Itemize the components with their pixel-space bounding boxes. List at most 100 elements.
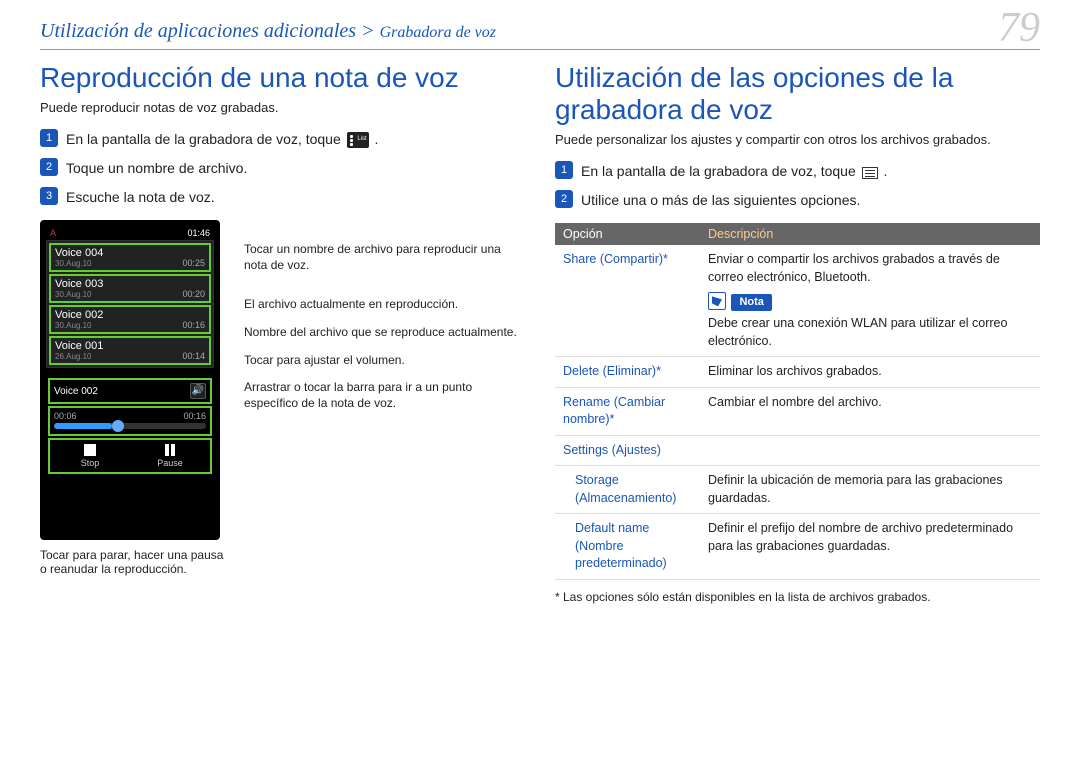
r-step-2-text: Utilice una o más de las siguientes opci… xyxy=(581,190,860,211)
pause-button[interactable]: Pause xyxy=(130,440,210,472)
breadcrumb-main: Utilización de aplicaciones adicionales xyxy=(40,20,356,42)
note-icon xyxy=(708,292,726,310)
step-1: 1 En la pantalla de la grabadora de voz,… xyxy=(40,129,525,150)
r-step-2: 2 Utilice una o más de las siguientes op… xyxy=(555,190,1040,211)
step-1-pre: En la pantalla de la grabadora de voz, t… xyxy=(66,131,345,147)
step-3: 3 Escuche la nota de voz. xyxy=(40,187,525,208)
file-name: Voice 001 xyxy=(55,340,103,352)
file-dur: 00:20 xyxy=(182,289,205,299)
step-3-text: Escuche la nota de voz. xyxy=(66,187,215,208)
breadcrumb-sub: Grabadora de voz xyxy=(380,24,496,41)
stop-button[interactable]: Stop xyxy=(50,440,130,472)
opt-storage: Storage (Almacenamiento) xyxy=(555,466,700,514)
stop-label: Stop xyxy=(81,458,100,468)
now-playing-row: Voice 002 🔊 xyxy=(48,378,212,404)
step-number-2: 2 xyxy=(555,190,573,208)
desc-delete: Eliminar los archivos grabados. xyxy=(700,357,1040,388)
callout-below: Tocar para parar, hacer una pausa o rean… xyxy=(40,548,230,576)
file-dur: 00:25 xyxy=(182,258,205,268)
right-column: Utilización de las opciones de la grabad… xyxy=(555,62,1040,604)
file-name: Voice 003 xyxy=(55,278,103,290)
opt-default-name-text: Default name (Nombre predeterminado) xyxy=(563,520,692,573)
th-description: Descripción xyxy=(700,223,1040,245)
menu-icon xyxy=(862,167,878,179)
desc-default-name: Definir el prefijo del nombre de archivo… xyxy=(700,514,1040,580)
th-option: Opción xyxy=(555,223,700,245)
columns: Reproducción de una nota de voz Puede re… xyxy=(40,62,1040,604)
progress-handle[interactable] xyxy=(112,420,124,432)
left-steps: 1 En la pantalla de la grabadora de voz,… xyxy=(40,129,525,208)
opt-rename: Rename (Cambiar nombre)* xyxy=(555,387,700,435)
left-lead: Puede reproducir notas de voz grabadas. xyxy=(40,100,525,115)
page-header: Utilización de aplicaciones adicionales … xyxy=(40,20,1040,50)
page: Utilización de aplicaciones adicionales … xyxy=(0,0,1080,624)
file-date: 30.Aug.10 xyxy=(55,290,103,299)
progress-bar[interactable] xyxy=(54,423,206,429)
file-row[interactable]: Voice 00330.Aug.10 00:20 xyxy=(49,274,211,303)
step-1-suffix: . xyxy=(375,131,379,147)
nota-row: Nota Debe crear una conexión WLAN para u… xyxy=(708,292,1032,350)
device-wrap: A 01:46 Voice 00430.Aug.10 00:25 Voice 0… xyxy=(40,220,230,576)
file-list: Voice 00430.Aug.10 00:25 Voice 00330.Aug… xyxy=(46,240,214,368)
progress-times: 00:06 00:16 xyxy=(54,411,206,421)
stop-icon xyxy=(84,444,96,456)
breadcrumb: Utilización de aplicaciones adicionales … xyxy=(40,20,496,42)
r-step-1-suffix: . xyxy=(884,163,888,179)
device-screenshot: A 01:46 Voice 00430.Aug.10 00:25 Voice 0… xyxy=(40,220,220,540)
left-column: Reproducción de una nota de voz Puede re… xyxy=(40,62,525,604)
file-name: Voice 002 xyxy=(55,309,103,321)
table-row: Share (Compartir)* Enviar o compartir lo… xyxy=(555,245,1040,356)
callout-1: Tocar un nombre de archivo para reproduc… xyxy=(244,242,525,273)
table-row: Default name (Nombre predeterminado) Def… xyxy=(555,514,1040,580)
step-2: 2 Toque un nombre de archivo. xyxy=(40,158,525,179)
status-bar: A 01:46 xyxy=(46,226,214,240)
callout-2: El archivo actualmente en reproducción. xyxy=(244,297,525,313)
pause-label: Pause xyxy=(157,458,183,468)
opt-delete: Delete (Eliminar)* xyxy=(555,357,700,388)
right-steps: 1 En la pantalla de la grabadora de voz,… xyxy=(555,161,1040,211)
nota-badge: Nota xyxy=(731,294,771,311)
device-area: A 01:46 Voice 00430.Aug.10 00:25 Voice 0… xyxy=(40,220,525,576)
progress-fill xyxy=(54,423,112,429)
step-1-text: En la pantalla de la grabadora de voz, t… xyxy=(66,129,378,150)
desc-storage: Definir la ubicación de memoria para las… xyxy=(700,466,1040,514)
file-row[interactable]: Voice 00430.Aug.10 00:25 xyxy=(49,243,211,272)
file-date: 30.Aug.10 xyxy=(55,259,103,268)
r-step-1-text: En la pantalla de la grabadora de voz, t… xyxy=(581,161,887,182)
callout-3: Nombre del archivo que se reproduce actu… xyxy=(244,325,525,341)
now-playing-name: Voice 002 xyxy=(54,386,98,397)
footnote: * Las opciones sólo están disponibles en… xyxy=(555,590,1040,604)
desc-rename: Cambiar el nombre del archivo. xyxy=(700,387,1040,435)
pause-icon xyxy=(165,444,175,456)
table-row: Settings (Ajustes) xyxy=(555,435,1040,466)
left-title: Reproducción de una nota de voz xyxy=(40,62,525,94)
callout-5: Arrastrar o tocar la barra para ir a un … xyxy=(244,380,525,411)
page-number: 79 xyxy=(998,4,1040,52)
table-row: Storage (Almacenamiento) Definir la ubic… xyxy=(555,466,1040,514)
file-date: 30.Aug.10 xyxy=(55,321,103,330)
options-table: Opción Descripción Share (Compartir)* En… xyxy=(555,223,1040,579)
breadcrumb-sep: > xyxy=(361,20,375,42)
file-row[interactable]: Voice 00126.Aug.10 00:14 xyxy=(49,336,211,365)
file-name: Voice 004 xyxy=(55,247,103,259)
table-header-row: Opción Descripción xyxy=(555,223,1040,245)
status-right: 01:46 xyxy=(187,228,210,238)
status-left: A xyxy=(50,228,56,238)
step-number-3: 3 xyxy=(40,187,58,205)
opt-storage-text: Storage (Almacenamiento) xyxy=(563,472,692,507)
controls-row: Stop Pause xyxy=(48,438,212,474)
nota-text: Debe crear una conexión WLAN para utiliz… xyxy=(708,315,1032,350)
table-row: Delete (Eliminar)* Eliminar los archivos… xyxy=(555,357,1040,388)
opt-share: Share (Compartir)* xyxy=(555,245,700,356)
step-number-1: 1 xyxy=(40,129,58,147)
time-total: 00:16 xyxy=(183,411,206,421)
device-callouts: Tocar un nombre de archivo para reproduc… xyxy=(244,220,525,576)
file-dur: 00:16 xyxy=(182,320,205,330)
r-step-1-pre: En la pantalla de la grabadora de voz, t… xyxy=(581,163,860,179)
volume-icon[interactable]: 🔊 xyxy=(190,383,206,399)
file-date: 26.Aug.10 xyxy=(55,352,103,361)
opt-default-name: Default name (Nombre predeterminado) xyxy=(555,514,700,580)
table-row: Rename (Cambiar nombre)* Cambiar el nomb… xyxy=(555,387,1040,435)
right-title: Utilización de las opciones de la grabad… xyxy=(555,62,1040,126)
file-row[interactable]: Voice 00230.Aug.10 00:16 xyxy=(49,305,211,334)
